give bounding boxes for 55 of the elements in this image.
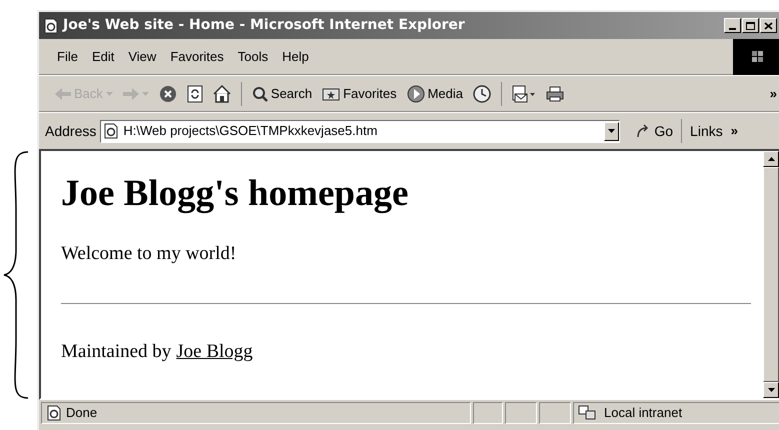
- go-arrow-icon: [636, 124, 650, 138]
- address-field[interactable]: H:\Web projects\GSOE\TMPkxkevjase5.htm: [100, 120, 620, 142]
- close-button[interactable]: [760, 18, 777, 33]
- welcome-text: Welcome to my world!: [61, 242, 238, 266]
- media-icon: [406, 84, 425, 102]
- menu-item[interactable]: Help: [282, 46, 309, 66]
- menu-item[interactable]: File: [57, 46, 78, 66]
- page-icon: [46, 405, 62, 421]
- maintainer-text: Maintained by: [61, 340, 172, 364]
- refresh-button[interactable]: [186, 84, 203, 102]
- status-panel: [505, 402, 537, 424]
- refresh-icon: [186, 84, 203, 102]
- dropdown-caret-icon: [142, 92, 149, 96]
- scroll-down-icon[interactable]: [763, 382, 779, 398]
- page-icon: [103, 123, 120, 139]
- links-label[interactable]: Links: [690, 120, 723, 142]
- minimize-button[interactable]: [724, 18, 741, 33]
- scroll-up-icon[interactable]: [763, 151, 779, 167]
- status-text: Done: [66, 404, 98, 422]
- clock-icon: [473, 84, 491, 102]
- mail-button[interactable]: [512, 84, 536, 102]
- home-icon: [212, 84, 231, 102]
- status-panel: [539, 402, 571, 424]
- author-link[interactable]: Joe Blogg: [176, 338, 253, 366]
- maximize-button[interactable]: [742, 18, 759, 33]
- search-button[interactable]: Search: [252, 84, 312, 104]
- star-folder-icon: [322, 86, 340, 100]
- favorites-button[interactable]: Favorites: [322, 84, 397, 104]
- stop-button[interactable]: [158, 84, 177, 102]
- close-icon: [764, 22, 773, 30]
- menu-item[interactable]: Edit: [92, 46, 114, 66]
- window-title: Joe's Web site - Home - Microsoft Internet Explorer: [63, 16, 465, 35]
- menu-item[interactable]: Favorites: [170, 46, 224, 66]
- back-arrow-icon: [55, 88, 71, 100]
- status-panel: [473, 402, 503, 424]
- go-button[interactable]: Go: [636, 120, 674, 142]
- ie-page-icon: [43, 18, 59, 34]
- home-button[interactable]: [212, 84, 231, 102]
- media-button[interactable]: Media: [406, 84, 463, 104]
- links-chevron[interactable]: »: [730, 121, 738, 141]
- search-icon: [252, 86, 268, 102]
- printer-icon: [546, 86, 564, 102]
- stop-icon: [158, 84, 177, 102]
- menu-item[interactable]: View: [128, 46, 156, 66]
- print-button[interactable]: [546, 86, 564, 102]
- forward-arrow-icon: [122, 88, 139, 100]
- zone-text: Local intranet: [604, 404, 682, 422]
- toolbar-chevron[interactable]: »: [770, 84, 777, 104]
- network-computer-icon: [578, 405, 596, 421]
- page-heading: Joe Blogg's homepage: [61, 175, 410, 212]
- history-button[interactable]: [473, 84, 491, 102]
- dropdown-caret-icon: [106, 92, 113, 96]
- mail-icon: [512, 84, 536, 102]
- menu-item[interactable]: Tools: [238, 46, 268, 66]
- address-label: Address: [45, 122, 96, 140]
